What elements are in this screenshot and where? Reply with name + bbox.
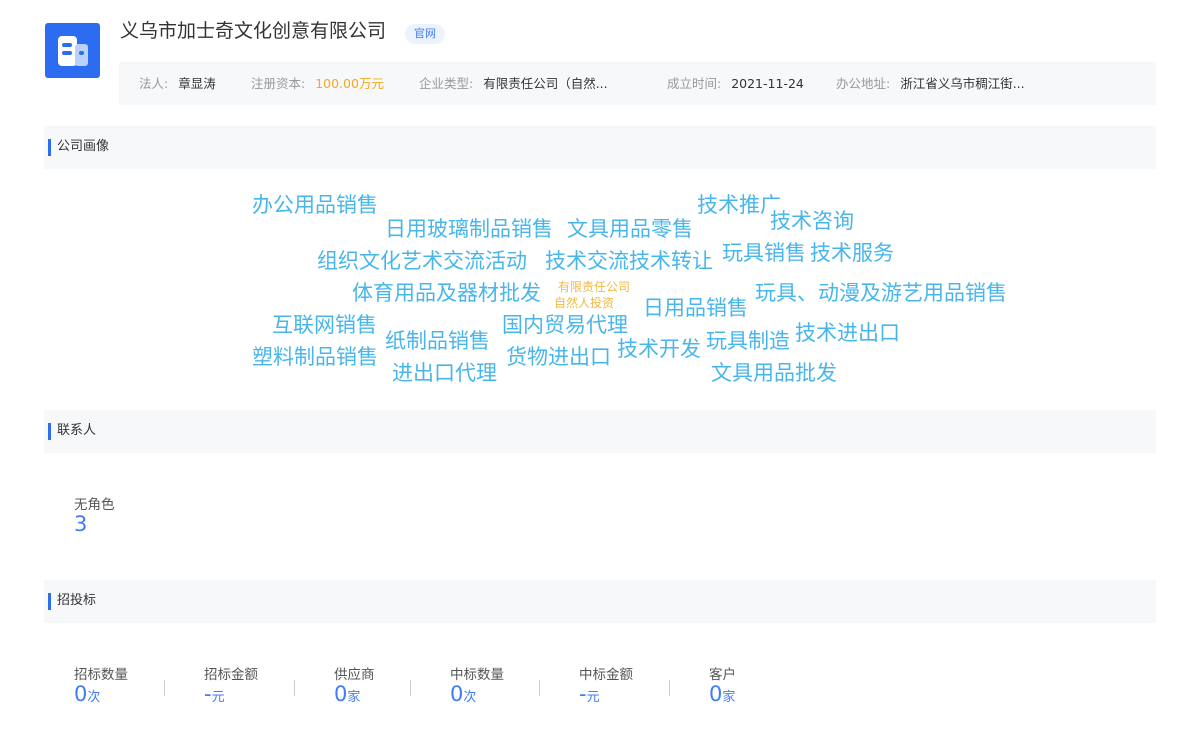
profile-tag[interactable]: 互联网销售: [272, 313, 377, 337]
tender-count-label: 招标数量: [74, 667, 128, 683]
tender-amount-value: -元: [204, 682, 225, 710]
profile-section-header: 公司画像: [44, 126, 1156, 169]
official-website-link[interactable]: 官网: [405, 24, 445, 44]
profile-tag[interactable]: 体育用品及器材批发: [352, 281, 541, 305]
contacts-section-header: 联系人: [44, 410, 1156, 453]
stat-divider: [539, 680, 540, 696]
section-accent-bar: [48, 423, 51, 440]
legal-person: 法人: 章显涛: [139, 62, 216, 105]
win-count-value[interactable]: 0次: [450, 682, 476, 710]
company-type-value: 有限责任公司（自然...: [483, 76, 608, 91]
profile-tag[interactable]: 技术推广: [697, 193, 781, 217]
customer-count-number: 0: [709, 682, 723, 706]
win-count-number: 0: [450, 682, 464, 706]
profile-tag[interactable]: 技术咨询: [770, 209, 854, 233]
contacts-section-title: 联系人: [57, 423, 97, 438]
registered-capital-label: 注册资本:: [251, 76, 306, 91]
customer-count-unit: 家: [722, 690, 736, 705]
profile-tag[interactable]: 进出口代理: [392, 361, 497, 385]
supplier-count-label: 供应商: [334, 667, 375, 683]
tender-amount-unit: 元: [211, 690, 225, 705]
profile-tag[interactable]: 技术服务: [810, 241, 894, 265]
profile-tag[interactable]: 玩具、动漫及游艺用品销售: [755, 281, 1007, 305]
company-name: 义乌市加士奇文化创意有限公司: [120, 20, 387, 42]
contact-role-label: 无角色: [74, 497, 115, 513]
company-profile-word-cloud: 办公用品销售 日用玻璃制品销售 文具用品零售 技术推广 技术咨询 组织文化艺术交…: [0, 0, 1200, 752]
office-address: 办公地址: 浙江省义乌市稠江街...: [836, 62, 1025, 105]
office-address-value: 浙江省义乌市稠江街...: [900, 76, 1025, 91]
established-date: 成立时间: 2021-11-24: [667, 62, 804, 105]
company-info-bar: 法人: 章显涛 注册资本: 100.00万元 企业类型: 有限责任公司（自然..…: [119, 62, 1156, 105]
win-amount-label: 中标金额: [579, 667, 633, 683]
customer-count-value[interactable]: 0家: [709, 682, 735, 710]
profile-tag[interactable]: 国内贸易代理: [502, 313, 628, 337]
tender-count-value[interactable]: 0次: [74, 682, 100, 710]
office-address-label: 办公地址:: [836, 76, 891, 91]
profile-tag[interactable]: 日用玻璃制品销售: [385, 217, 553, 241]
tender-count-unit: 次: [87, 690, 101, 705]
supplier-count-value[interactable]: 0家: [334, 682, 360, 710]
tender-count-number: 0: [74, 682, 88, 706]
tender-amount-label: 招标金额: [204, 667, 258, 683]
win-amount-value: -元: [579, 682, 600, 710]
bidding-section-header: 招投标: [44, 580, 1156, 623]
contact-role-count[interactable]: 3: [74, 512, 87, 536]
profile-tag[interactable]: 技术开发: [617, 337, 701, 361]
profile-tag[interactable]: 技术进出口: [795, 321, 900, 345]
profile-tag[interactable]: 纸制品销售: [385, 329, 490, 353]
stat-divider: [164, 680, 165, 696]
legal-person-value[interactable]: 章显涛: [178, 76, 216, 91]
tender-amount-number: -: [204, 682, 212, 706]
profile-section-title: 公司画像: [57, 139, 110, 154]
section-accent-bar: [48, 139, 51, 156]
profile-tag[interactable]: 组织文化艺术交流活动: [317, 249, 527, 273]
profile-tag-small[interactable]: 有限责任公司: [558, 280, 630, 295]
company-logo: [45, 23, 100, 78]
stat-divider: [294, 680, 295, 696]
profile-tag[interactable]: 技术交流技术转让: [545, 249, 713, 273]
company-type: 企业类型: 有限责任公司（自然...: [419, 62, 608, 105]
profile-tag[interactable]: 日用品销售: [643, 296, 748, 320]
legal-person-label: 法人:: [139, 76, 169, 91]
profile-tag[interactable]: 文具用品批发: [711, 361, 837, 385]
profile-tag[interactable]: 货物进出口: [506, 345, 611, 369]
customer-count-label: 客户: [709, 667, 736, 683]
stat-divider: [669, 680, 670, 696]
profile-tag[interactable]: 塑料制品销售: [252, 345, 378, 369]
profile-tag-small[interactable]: 自然人投资: [554, 296, 614, 311]
profile-tag[interactable]: 文具用品零售: [567, 217, 693, 241]
bidding-section-title: 招投标: [57, 593, 97, 608]
company-type-label: 企业类型:: [419, 76, 474, 91]
section-accent-bar: [48, 593, 51, 610]
established-date-value: 2021-11-24: [731, 76, 804, 91]
win-count-unit: 次: [463, 690, 477, 705]
win-amount-unit: 元: [586, 690, 600, 705]
stat-divider: [410, 680, 411, 696]
profile-tag[interactable]: 玩具制造: [706, 329, 790, 353]
registered-capital: 注册资本: 100.00万元: [251, 62, 384, 105]
supplier-count-number: 0: [334, 682, 348, 706]
registered-capital-value: 100.00万元: [315, 76, 384, 91]
profile-tag[interactable]: 办公用品销售: [252, 193, 378, 217]
established-date-label: 成立时间:: [667, 76, 722, 91]
profile-tag[interactable]: 玩具销售: [722, 241, 806, 265]
win-count-label: 中标数量: [450, 667, 504, 683]
win-amount-number: -: [579, 682, 587, 706]
supplier-count-unit: 家: [347, 690, 361, 705]
building-icon: [58, 36, 88, 66]
